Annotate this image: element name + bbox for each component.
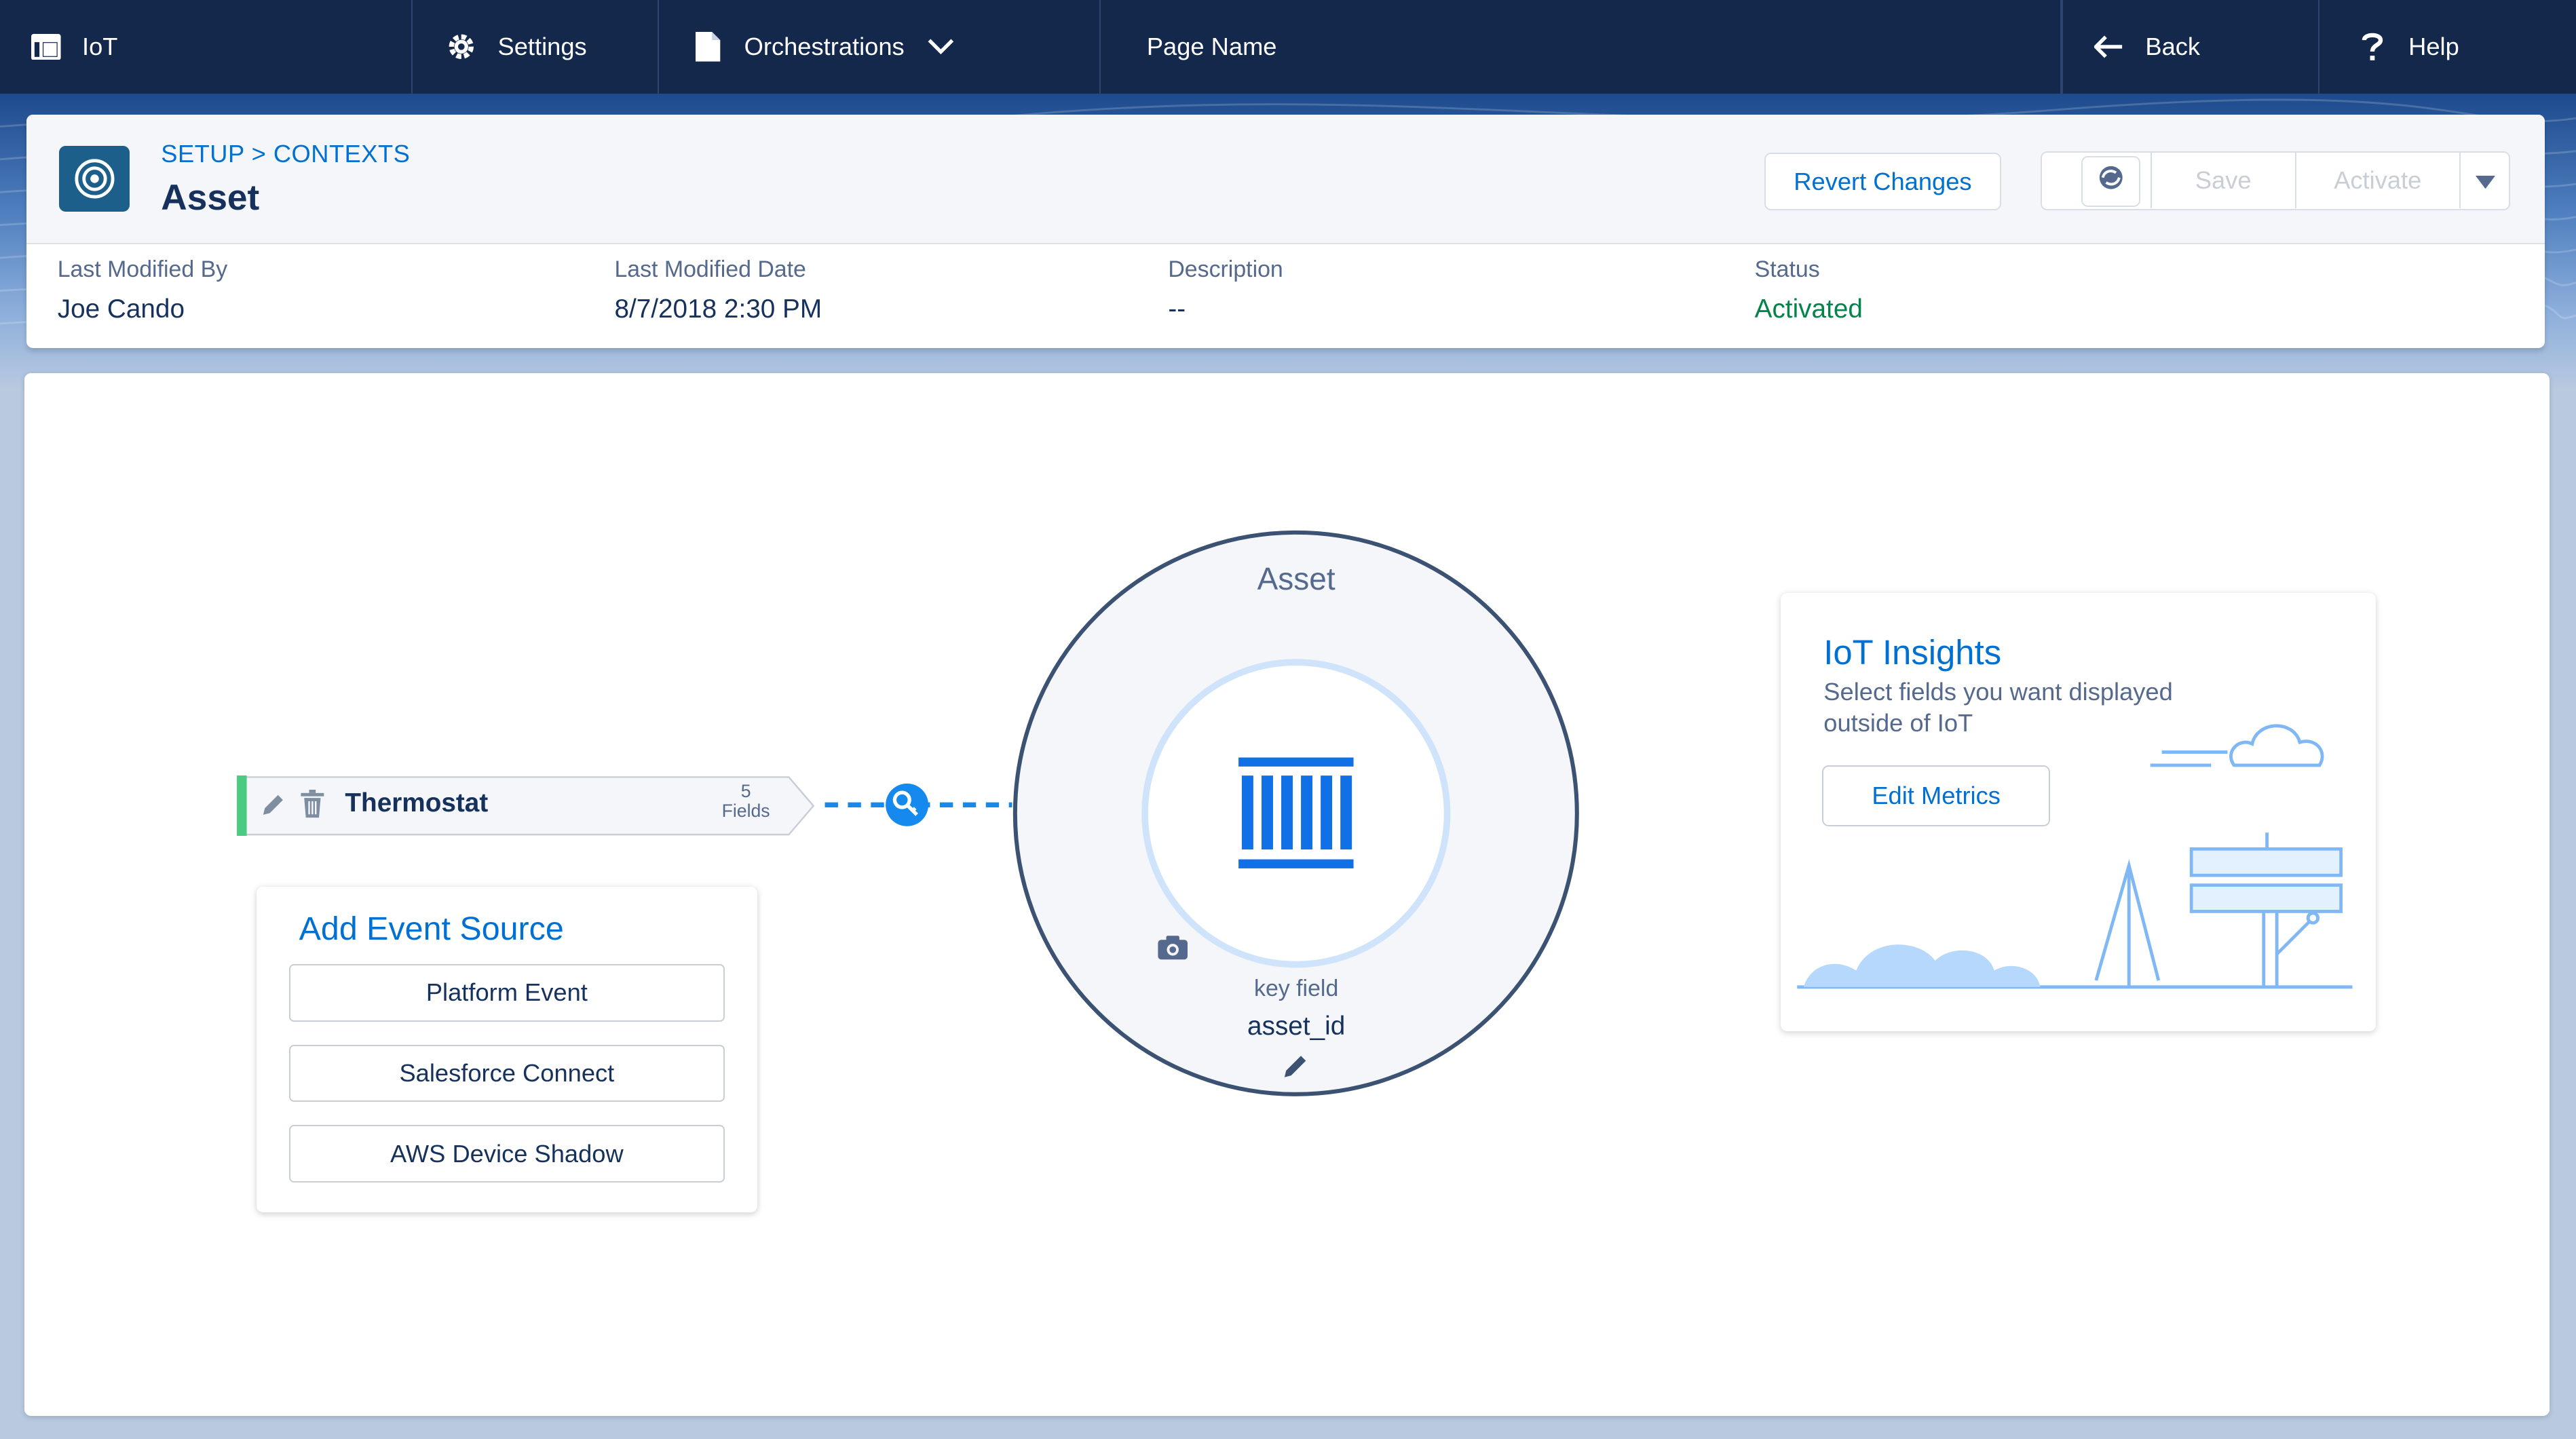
field-value: -- — [1168, 294, 1186, 324]
field-last-modified-by: Last Modified By Joe Cando — [58, 256, 227, 324]
iot-insights-card: IoT Insights Select fields you want disp… — [1781, 592, 2376, 1032]
activate-button[interactable]: Activate — [2294, 152, 2459, 209]
page-name-label: Page Name — [1146, 32, 1277, 60]
caret-down-icon — [2475, 166, 2495, 195]
sync-button[interactable] — [2081, 155, 2141, 207]
settings-tab[interactable]: Settings — [413, 0, 659, 94]
field-value: 8/7/2018 2:30 PM — [614, 294, 822, 324]
gear-icon — [445, 31, 478, 63]
insights-title: IoT Insights — [1823, 633, 2002, 672]
context-canvas: Thermostat 5 Fields Add Event Source Pla… — [24, 372, 2550, 1416]
settings-label: Settings — [497, 32, 587, 60]
app-launcher[interactable]: IoT — [0, 0, 413, 94]
context-object-icon — [59, 146, 130, 212]
field-count-number: 5 — [740, 781, 751, 802]
more-actions-button[interactable] — [2459, 152, 2510, 209]
arrow-left-icon — [2093, 31, 2125, 63]
platform-event-button[interactable]: Platform Event — [289, 964, 725, 1022]
orchestrations-label: Orchestrations — [744, 32, 905, 60]
field-label: Description — [1168, 256, 1283, 282]
edit-key-field-icon[interactable] — [1281, 1051, 1311, 1081]
app-name: IoT — [82, 32, 118, 60]
back-button[interactable]: Back — [2062, 0, 2320, 94]
help-button[interactable]: Help — [2319, 0, 2576, 94]
add-event-source-title: Add Event Source — [299, 910, 564, 948]
field-label: Last Modified Date — [614, 256, 806, 282]
event-source-thermostat[interactable]: Thermostat 5 Fields — [236, 775, 815, 837]
orchestrations-menu[interactable]: Orchestrations — [659, 0, 1101, 94]
source-name: Thermostat — [345, 788, 489, 818]
sync-icon — [2096, 163, 2126, 199]
page-name: Page Name — [1101, 0, 2062, 94]
field-status: Status Activated — [1755, 256, 1863, 324]
chevron-down-icon — [928, 39, 954, 55]
field-value: Joe Cando — [57, 294, 185, 324]
breadcrumb[interactable]: SETUP > CONTEXTS — [161, 140, 410, 168]
key-field-value: asset_id — [1247, 1012, 1346, 1041]
field-last-modified-date: Last Modified Date 8/7/2018 2:30 PM — [614, 256, 822, 324]
trash-icon[interactable] — [299, 790, 326, 820]
back-label: Back — [2145, 32, 2201, 60]
document-icon — [692, 31, 724, 63]
action-button-group: Save Activate — [2040, 151, 2511, 210]
camera-icon[interactable] — [1156, 935, 1189, 961]
insights-description: Select fields you want displayed outside… — [1823, 678, 2173, 737]
question-icon — [2356, 31, 2389, 63]
add-event-source-panel: Add Event Source Platform Event Salesfor… — [256, 887, 758, 1212]
save-button[interactable]: Save — [2150, 152, 2295, 209]
edit-metrics-button[interactable]: Edit Metrics — [1821, 765, 2051, 826]
revert-changes-button[interactable]: Revert Changes — [1764, 153, 2001, 210]
field-count: 5 Fields — [717, 782, 776, 821]
edit-icon[interactable] — [260, 792, 286, 818]
salesforce-connect-button[interactable]: Salesforce Connect — [289, 1044, 725, 1102]
field-label: Status — [1754, 256, 1820, 282]
top-nav: IoT Settings Orchestrations Page Name Ba… — [0, 0, 2576, 94]
app-grid-icon — [30, 31, 62, 63]
field-count-label: Fields — [721, 801, 770, 822]
aws-device-shadow-button[interactable]: AWS Device Shadow — [289, 1125, 725, 1183]
field-label: Last Modified By — [57, 256, 228, 282]
key-field-label: key field — [1254, 976, 1339, 1002]
source-connector — [815, 780, 1021, 837]
field-description: Description -- — [1168, 256, 1283, 324]
record-header: SETUP > CONTEXTS Asset Revert Changes Sa… — [26, 115, 2545, 349]
context-name: Asset — [1257, 560, 1336, 596]
landscape-illustration — [1797, 724, 2353, 989]
help-label: Help — [2408, 32, 2459, 60]
page-title: Asset — [161, 178, 260, 218]
status-value: Activated — [1754, 294, 1863, 324]
